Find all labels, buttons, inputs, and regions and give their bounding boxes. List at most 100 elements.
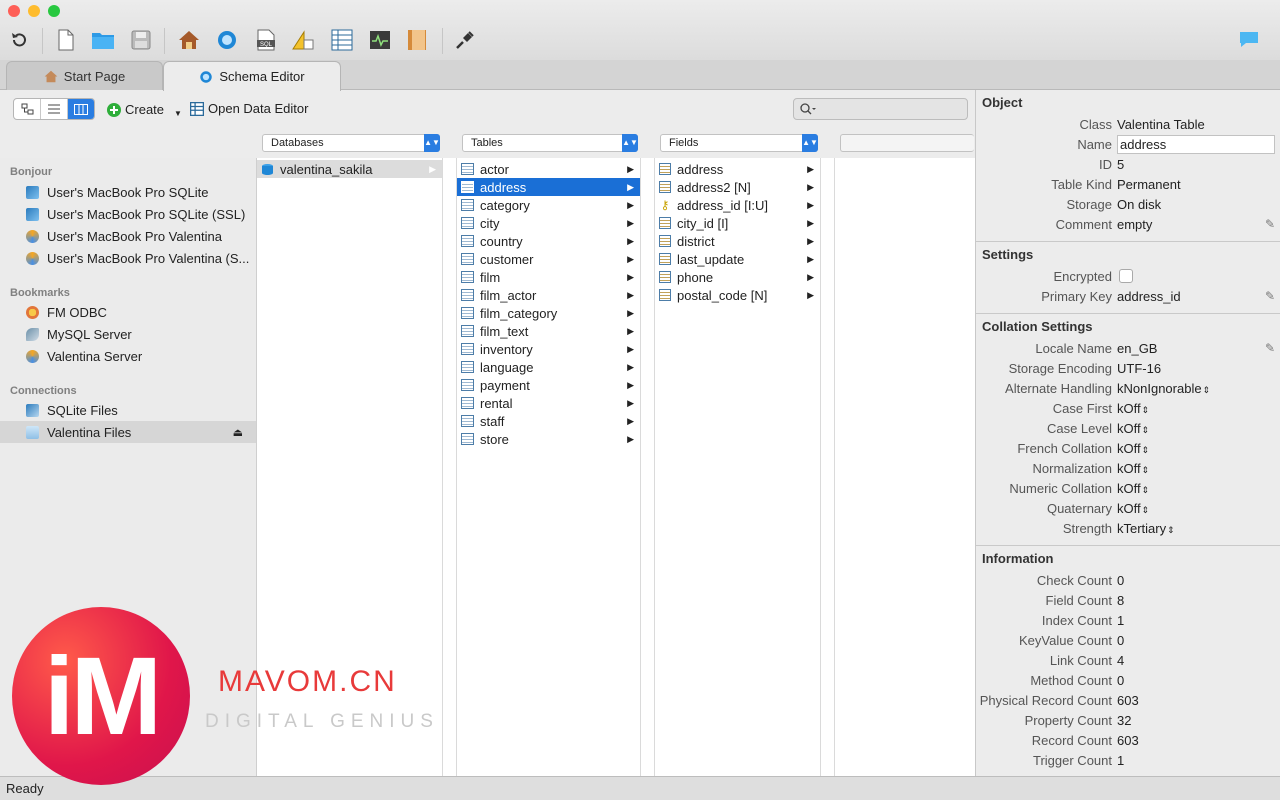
name-field[interactable]: address [1117, 135, 1275, 154]
table-row[interactable]: country ▶ [457, 232, 640, 250]
table-row[interactable]: film_category ▶ [457, 304, 640, 322]
sidebar-item-bonjour[interactable]: User's MacBook Pro SQLite [0, 181, 256, 203]
column-divider [641, 158, 655, 776]
table-row[interactable]: inventory ▶ [457, 340, 640, 358]
open-data-editor-button[interactable]: Open Data Editor [190, 101, 308, 116]
sidebar-item-bookmark[interactable]: Valentina Server [0, 345, 256, 367]
field-row[interactable]: last_update ▶ [655, 250, 820, 268]
collation-value-text: UTF-16 [1117, 361, 1162, 376]
table-row[interactable]: film_actor ▶ [457, 286, 640, 304]
home-icon[interactable] [176, 28, 202, 52]
databases-popup[interactable]: Databases ▲▼ [262, 134, 440, 152]
collation-label: Strength [1062, 521, 1112, 536]
disclosure-arrow-icon: ▶ [627, 199, 634, 210]
table-row[interactable]: language ▶ [457, 358, 640, 376]
table-row[interactable]: customer ▶ [457, 250, 640, 268]
sqlite-feather-icon [26, 185, 39, 199]
field-row[interactable]: ⚷ address_id [I:U] ▶ [655, 196, 820, 214]
collation-value[interactable]: kOff⇕ [1117, 501, 1149, 516]
tables-popup[interactable]: Tables ▲▼ [462, 134, 638, 152]
collation-value[interactable]: kOff⇕ [1117, 421, 1149, 436]
information-section-header: Information [982, 551, 1054, 566]
book-icon[interactable] [404, 28, 430, 52]
sidebar-item-connection[interactable]: Valentina Files ⏏ [0, 421, 256, 443]
open-folder-icon[interactable] [90, 28, 116, 52]
tab-schema-editor[interactable]: Schema Editor [163, 61, 341, 91]
table-row[interactable]: film ▶ [457, 268, 640, 286]
schema-editor-icon[interactable] [214, 28, 240, 52]
column-view-icon[interactable] [68, 99, 94, 119]
edit-pencil-icon[interactable]: ✎ [1265, 289, 1275, 303]
collation-value[interactable]: kOff⇕ [1117, 441, 1149, 456]
create-button[interactable]: Create ▼ [107, 101, 182, 118]
sidebar-item-bonjour[interactable]: User's MacBook Pro SQLite (SSL) [0, 203, 256, 225]
collation-value[interactable]: kTertiary⇕ [1117, 521, 1175, 536]
table-row[interactable]: staff ▶ [457, 412, 640, 430]
search-icon [800, 103, 816, 115]
collation-value-text: kOff [1117, 501, 1141, 516]
report-icon[interactable] [290, 28, 316, 52]
tab-start-page[interactable]: Start Page [6, 61, 163, 90]
empty-popup[interactable] [840, 134, 974, 152]
collation-section-header: Collation Settings [982, 319, 1093, 334]
sidebar-item-bookmark[interactable]: FM ODBC [0, 301, 256, 323]
undo-icon[interactable] [6, 28, 32, 52]
table-row[interactable]: film_text ▶ [457, 322, 640, 340]
sidebar-item-connection[interactable]: SQLite Files [0, 399, 256, 421]
field-row[interactable]: phone ▶ [655, 268, 820, 286]
encrypted-checkbox[interactable] [1119, 269, 1133, 283]
table-row[interactable]: category ▶ [457, 196, 640, 214]
zoom-window-button[interactable] [48, 5, 60, 17]
field-row[interactable]: address2 [N] ▶ [655, 178, 820, 196]
tables-column: actor ▶ address ▶ category ▶ city ▶ country ▶ cust… [457, 158, 650, 776]
table-row[interactable]: city ▶ [457, 214, 640, 232]
class-label: Class [1079, 117, 1112, 132]
disclosure-arrow-icon: ▶ [627, 343, 634, 354]
table-row[interactable]: payment ▶ [457, 376, 640, 394]
table-row[interactable]: rental ▶ [457, 394, 640, 412]
sidebar-item-bonjour[interactable]: User's MacBook Pro Valentina [0, 225, 256, 247]
field-row[interactable]: postal_code [N] ▶ [655, 286, 820, 304]
field-row[interactable]: address ▶ [655, 160, 820, 178]
new-file-icon[interactable] [53, 28, 79, 52]
edit-pencil-icon[interactable]: ✎ [1265, 341, 1275, 355]
close-window-button[interactable] [8, 5, 20, 17]
table-name: film_category [480, 305, 558, 321]
watermark-text: MAVOM.CN [218, 665, 397, 698]
diagram-view-icon[interactable] [14, 99, 41, 119]
edit-pencil-icon[interactable]: ✎ [1265, 217, 1275, 231]
view-mode-segmented-control[interactable] [13, 98, 95, 120]
collation-value[interactable]: kOff⇕ [1117, 401, 1149, 416]
sql-editor-icon[interactable]: SQL [253, 28, 279, 52]
diagnostics-icon[interactable] [367, 28, 393, 52]
primary-key-value: address_id [1117, 289, 1181, 304]
table-row[interactable]: actor ▶ [457, 160, 640, 178]
chat-icon[interactable] [1236, 28, 1262, 52]
table-name: actor [480, 161, 509, 177]
collation-value[interactable]: kOff⇕ [1117, 461, 1149, 476]
valentina-icon [26, 251, 39, 265]
field-icon [659, 163, 671, 175]
database-row[interactable]: valentina_sakila ▶ [257, 160, 442, 178]
field-icon [659, 289, 671, 301]
minimize-window-button[interactable] [28, 5, 40, 17]
table-name: rental [480, 395, 513, 411]
information-value: 0 [1117, 573, 1125, 588]
table-row[interactable]: address ▶ [457, 178, 640, 196]
table-name: staff [480, 413, 505, 429]
fields-popup[interactable]: Fields ▲▼ [660, 134, 818, 152]
field-row[interactable]: district ▶ [655, 232, 820, 250]
search-field[interactable] [793, 98, 968, 120]
eject-icon[interactable]: ⏏ [233, 426, 243, 439]
list-view-icon[interactable] [41, 99, 68, 119]
table-row[interactable]: store ▶ [457, 430, 640, 448]
sidebar-item-bookmark[interactable]: MySQL Server [0, 323, 256, 345]
table-icon [461, 325, 474, 337]
collation-value[interactable]: kNonIgnorable⇕ [1117, 381, 1210, 396]
collation-value[interactable]: kOff⇕ [1117, 481, 1149, 496]
sidebar-item-bonjour[interactable]: User's MacBook Pro Valentina (S... [0, 247, 256, 269]
data-editor-icon[interactable] [329, 28, 355, 52]
connect-icon[interactable] [452, 28, 478, 52]
save-icon[interactable] [128, 28, 154, 52]
field-row[interactable]: city_id [I] ▶ [655, 214, 820, 232]
